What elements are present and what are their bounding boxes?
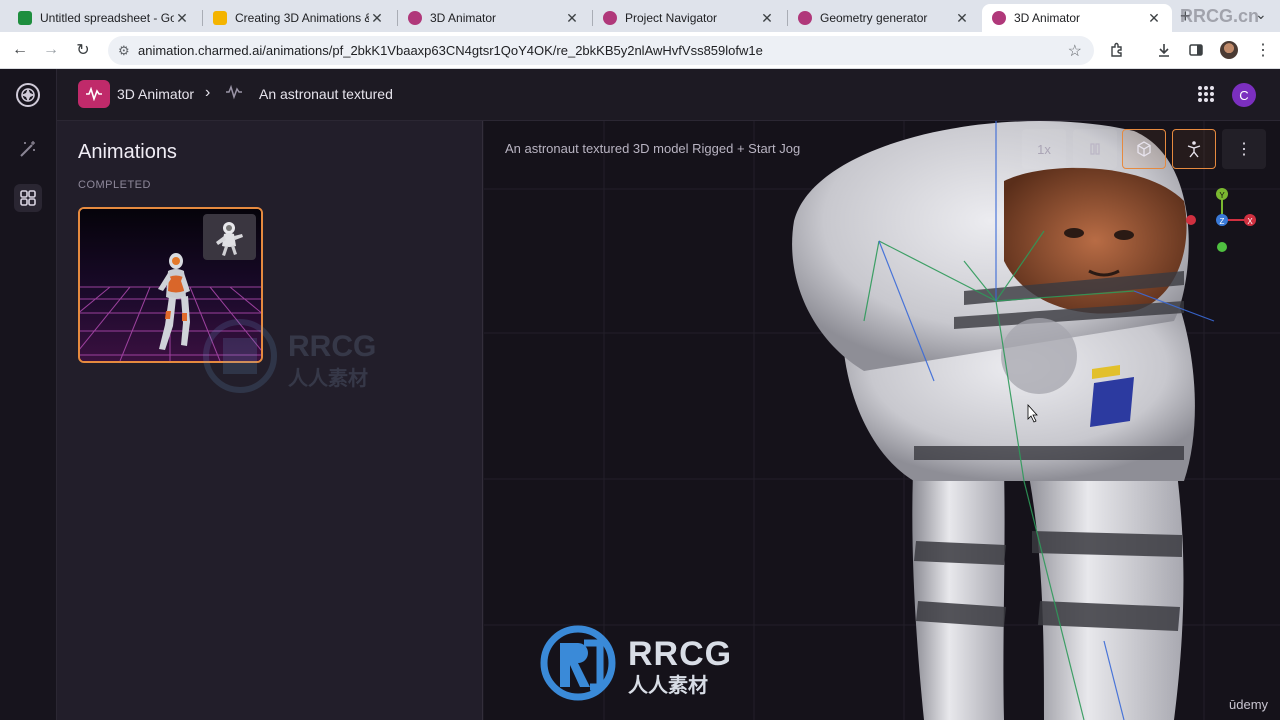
- browser-tab-strip: Untitled spreadsheet - Go ✕ Creating 3D …: [0, 0, 1280, 32]
- tab-title: Project Navigator: [625, 11, 718, 25]
- profile-avatar[interactable]: [1220, 41, 1238, 59]
- animator-badge-icon[interactable]: [78, 80, 110, 108]
- panel-title: Animations: [78, 141, 177, 163]
- forward-icon[interactable]: →: [41, 40, 61, 60]
- watermark-logo-faint: RRCG 人人素材: [203, 318, 403, 403]
- download-icon[interactable]: [1154, 40, 1174, 60]
- browser-toolbar: ← → ↻ ⚙ animation.charmed.ai/animations/…: [0, 32, 1280, 69]
- browser-tab[interactable]: Project Navigator ✕: [593, 4, 785, 32]
- app-favicon-icon: [603, 11, 617, 25]
- tab-title: Geometry generator: [820, 11, 928, 25]
- skeleton-view-button[interactable]: [1172, 129, 1216, 169]
- app-header: 3D Animator › An astronaut textured C: [57, 69, 1280, 121]
- watermark-top-right: RRCG.cn: [1180, 6, 1260, 26]
- browser-tab[interactable]: Creating 3D Animations & ✕: [203, 4, 395, 32]
- slides-favicon-icon: [213, 11, 227, 25]
- axis-y-label: Y: [1219, 191, 1225, 200]
- tab-search-icon[interactable]: ⌄: [1255, 6, 1267, 23]
- side-panel-icon[interactable]: [1186, 40, 1206, 60]
- chevron-right-icon: ›: [205, 84, 211, 101]
- bookmark-star-icon[interactable]: ☆: [1068, 41, 1082, 61]
- close-tab-icon[interactable]: ✕: [954, 10, 970, 27]
- watermark-text: RRCG: [288, 330, 377, 363]
- tab-title: 3D Animator: [430, 11, 497, 25]
- pause-button[interactable]: [1073, 129, 1117, 169]
- animation-title: An astronaut textured 3D model Rigged + …: [505, 141, 801, 156]
- app-favicon-icon: [408, 11, 422, 25]
- app-name-link[interactable]: 3D Animator: [117, 86, 194, 102]
- mesh-view-button[interactable]: [1122, 129, 1166, 169]
- app-favicon-icon: [798, 11, 812, 25]
- animations-panel: Animations COMPLETED: [57, 121, 483, 720]
- tab-title: Creating 3D Animations &: [235, 11, 369, 25]
- more-vertical-icon: ⋮: [1236, 141, 1252, 158]
- site-info-icon[interactable]: ⚙: [118, 43, 130, 59]
- udemy-logo: ūdemy: [1229, 697, 1269, 712]
- section-label: COMPLETED: [78, 179, 151, 191]
- tab-title: Untitled spreadsheet - Go: [40, 11, 174, 25]
- axis-z-label: Z: [1220, 217, 1225, 226]
- app-favicon-icon: [992, 11, 1006, 25]
- user-avatar[interactable]: C: [1232, 83, 1256, 107]
- app-root: 3D Animator › An astronaut textured C An…: [0, 69, 1280, 720]
- browser-tab-active[interactable]: 3D Animator ✕: [982, 4, 1172, 32]
- watermark-logo: RRCG 人人素材: [540, 625, 740, 705]
- grid-view-icon[interactable]: [14, 184, 42, 212]
- cube-icon: [1137, 141, 1151, 157]
- tab-title: 3D Animator: [1014, 11, 1081, 25]
- breadcrumb-current[interactable]: An astronaut textured: [259, 86, 393, 102]
- back-icon[interactable]: ←: [10, 40, 30, 60]
- close-tab-icon[interactable]: ✕: [759, 10, 775, 27]
- speed-button[interactable]: 1x: [1022, 129, 1066, 169]
- close-tab-icon[interactable]: ✕: [1146, 10, 1162, 27]
- watermark-subtext: 人人素材: [628, 675, 708, 697]
- axis-gizmo-icon[interactable]: Y Z X: [1186, 188, 1256, 252]
- url-text: animation.charmed.ai/animations/pf_2bkK1…: [138, 43, 763, 58]
- extensions-icon[interactable]: [1107, 40, 1127, 60]
- magic-wand-icon[interactable]: [14, 135, 42, 163]
- reload-icon[interactable]: ↻: [73, 40, 93, 60]
- close-tab-icon[interactable]: ✕: [369, 10, 385, 27]
- watermark-subtext: 人人素材: [288, 368, 368, 390]
- skeleton-icon: [1187, 141, 1201, 158]
- close-tab-icon[interactable]: ✕: [564, 10, 580, 27]
- browser-tab[interactable]: 3D Animator ✕: [398, 4, 590, 32]
- charmed-logo-icon[interactable]: [14, 81, 42, 109]
- more-options-button[interactable]: ⋮: [1222, 129, 1266, 169]
- browser-menu-icon[interactable]: ⋮: [1253, 40, 1273, 60]
- address-bar[interactable]: ⚙ animation.charmed.ai/animations/pf_2bk…: [108, 36, 1094, 65]
- sheets-favicon-icon: [18, 11, 32, 25]
- browser-tab[interactable]: Untitled spreadsheet - Go ✕: [8, 4, 200, 32]
- axis-x-label: X: [1247, 217, 1253, 226]
- pause-icon: [1090, 143, 1100, 155]
- model-preview-icon: [203, 214, 256, 260]
- apps-grid-icon[interactable]: [1198, 86, 1214, 102]
- left-rail: [0, 69, 57, 720]
- waveform-icon: [225, 84, 243, 105]
- close-tab-icon[interactable]: ✕: [174, 10, 190, 27]
- watermark-emblem-icon: [540, 625, 616, 701]
- browser-tab[interactable]: Geometry generator ✕: [788, 4, 980, 32]
